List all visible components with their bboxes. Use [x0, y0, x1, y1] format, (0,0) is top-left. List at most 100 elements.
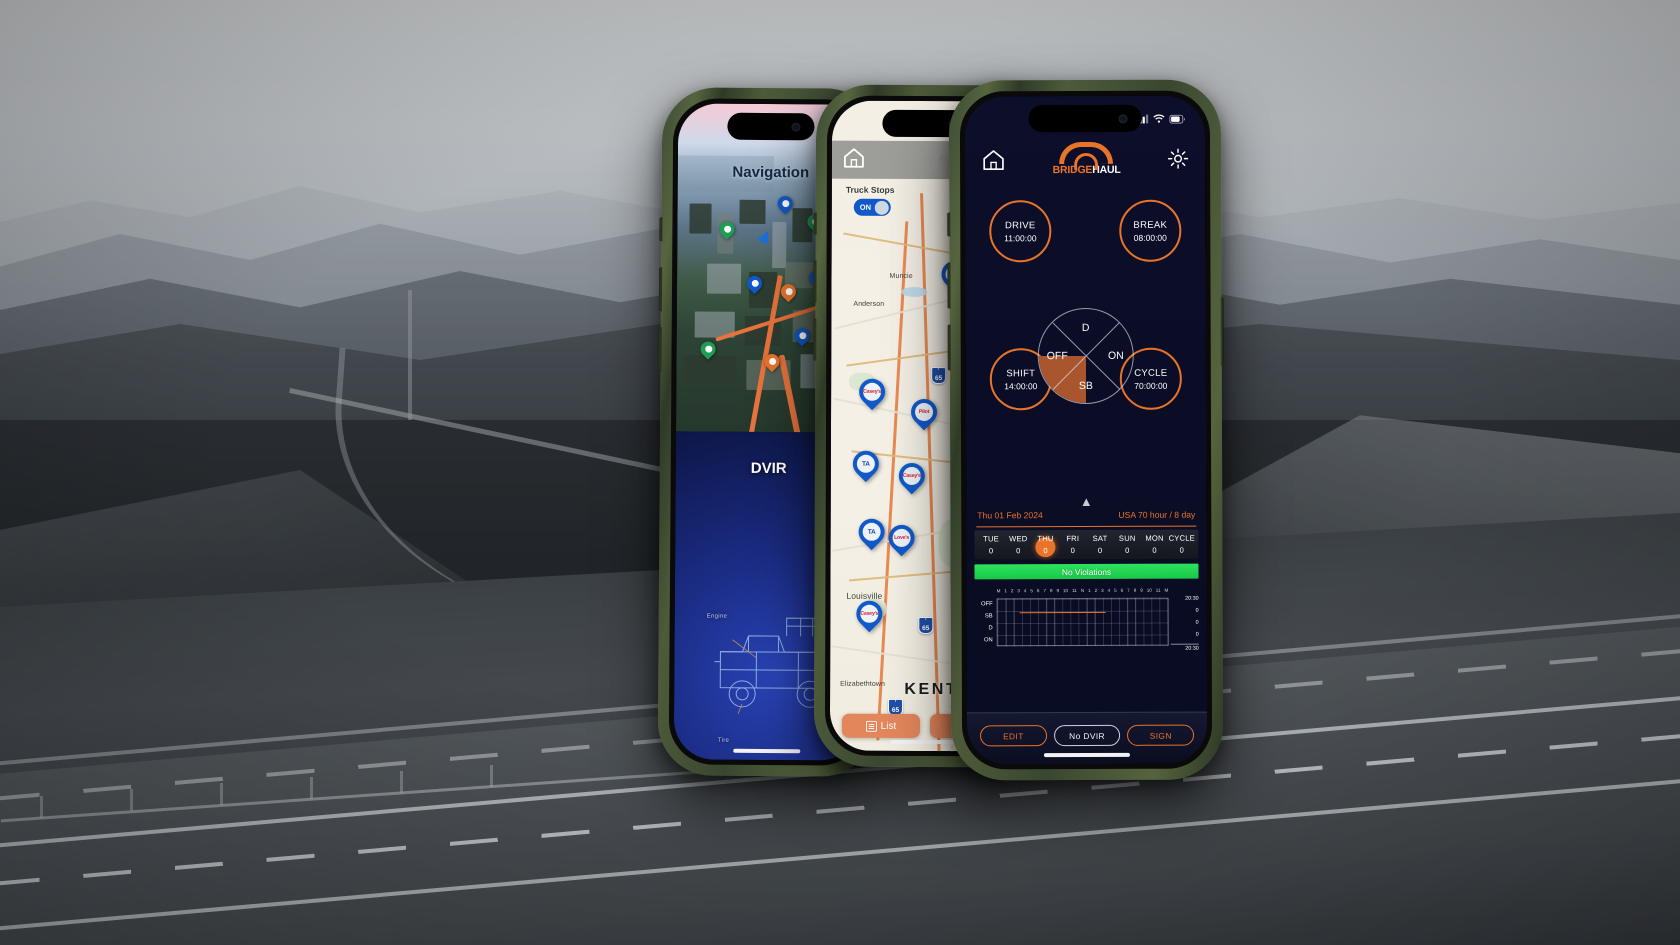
phone1-volume-up[interactable]: [658, 267, 663, 312]
bridgehaul-logo: BRIDGEHAUL: [1052, 142, 1121, 176]
truckstop-pin[interactable]: Casey's: [893, 457, 931, 495]
day-value: 0: [1097, 545, 1103, 555]
phone2-volume-up[interactable]: [813, 260, 817, 303]
phone1-mute-switch[interactable]: [659, 217, 663, 242]
hour-tick: 11: [1072, 588, 1077, 594]
duty-quadrant-off[interactable]: OFF: [1047, 350, 1068, 362]
duty-quadrant-sb[interactable]: SB: [1079, 380, 1093, 392]
hour-tick: 2: [1010, 588, 1014, 594]
total-on: 0: [1195, 631, 1199, 638]
day-label: MON: [1145, 533, 1164, 543]
hour-tick: 5: [1114, 587, 1117, 593]
hour-tick: N: [1080, 588, 1085, 594]
phone3-power-button[interactable]: [1220, 297, 1224, 366]
total-off: 20:30: [1185, 595, 1199, 602]
day-value: 0: [1016, 546, 1021, 556]
phone1-notch: [727, 112, 815, 141]
phone1-volume-down[interactable]: [658, 327, 662, 372]
duty-quadrant-d[interactable]: D: [1082, 322, 1090, 334]
break-clock[interactable]: BREAK 08:00:00: [1119, 199, 1182, 262]
hour-tick: 3: [1101, 587, 1104, 593]
hour-tick: 3: [1017, 588, 1020, 594]
day-label: THU: [1037, 534, 1054, 544]
hour-tick: M: [996, 588, 1001, 594]
duty-quadrant-on[interactable]: ON: [1108, 350, 1124, 362]
phone3-mute-switch[interactable]: [947, 212, 951, 237]
day-label: TUE: [983, 534, 999, 544]
sign-button[interactable]: SIGN: [1127, 724, 1195, 746]
phone3-volume-down[interactable]: [947, 324, 951, 371]
day-cell-thu[interactable]: THU 0: [1032, 534, 1059, 555]
shift-clock-label: SHIFT: [1006, 367, 1036, 379]
break-clock-value: 08:00:00: [1133, 232, 1167, 243]
hos-dashboard[interactable]: BRIDGEHAUL DRIVE 11:00:00 BREAK 08:00:00…: [964, 95, 1208, 765]
day-label: WED: [1009, 534, 1028, 544]
phone3-home-indicator[interactable]: [1043, 752, 1131, 758]
day-cell-sun[interactable]: SUN 0: [1114, 534, 1141, 555]
front-camera-icon: [791, 122, 801, 132]
break-clock-label: BREAK: [1133, 219, 1168, 231]
hour-tick: 4: [1023, 588, 1027, 594]
phone2-volume-down[interactable]: [813, 318, 817, 361]
hos-date-bar: Thu 01 Feb 2024 USA 70 hour / 8 day: [966, 510, 1206, 521]
cycle-clock-value: 70:00:00: [1134, 380, 1168, 391]
dvir-label-engine: Engine: [706, 613, 728, 620]
front-camera-icon: [1118, 113, 1128, 123]
day-value: 0: [1125, 545, 1130, 555]
hour-tick: 6: [1120, 587, 1124, 593]
hour-tick: 10: [1146, 587, 1152, 593]
day-cell-wed[interactable]: WED 0: [1005, 534, 1032, 555]
day-cell-cycle[interactable]: CYCLE 0: [1168, 534, 1195, 555]
hour-tick: 1: [1004, 588, 1007, 594]
home-icon[interactable]: [981, 148, 1006, 171]
hos-ruleset: USA 70 hour / 8 day: [1118, 509, 1196, 520]
row-label-on: ON: [984, 637, 993, 644]
day-cell-sat[interactable]: SAT 0: [1086, 534, 1113, 555]
log-grid-chart[interactable]: [996, 597, 1169, 647]
hour-tick: M: [1164, 587, 1169, 593]
phone3-volume-up[interactable]: [947, 262, 951, 309]
log-grid-hour-labels: M 1 2 3 4 5 6 7 8 9 10 11 N 1 2 3 4 5 6 …: [997, 588, 1169, 598]
day-cell-fri[interactable]: FRI 0: [1059, 534, 1086, 555]
home-icon[interactable]: [842, 147, 866, 169]
day-value: 0: [988, 546, 994, 556]
hour-tick: 5: [1030, 588, 1033, 594]
map-city-label: Louisville: [846, 590, 883, 601]
hour-tick: 8: [1049, 588, 1053, 594]
phone2-mute-switch[interactable]: [813, 212, 817, 235]
no-dvir-button[interactable]: No DVIR: [1053, 724, 1121, 747]
hour-tick: 9: [1056, 588, 1060, 594]
log-grid[interactable]: M 1 2 3 4 5 6 7 8 9 10 11 N 1 2 3 4 5 6 …: [975, 588, 1199, 659]
day-cell-mon[interactable]: MON 0: [1141, 534, 1168, 555]
status-badge: No Violations: [974, 563, 1199, 580]
edit-button[interactable]: EDIT: [980, 725, 1047, 747]
hour-tick: 2: [1094, 587, 1098, 593]
phone-hos-dashboard[interactable]: BRIDGEHAUL DRIVE 11:00:00 BREAK 08:00:00…: [947, 79, 1224, 781]
phone3-notch: [1028, 104, 1142, 133]
highway-shield-icon: I 65: [931, 367, 947, 385]
truck-stops-label: Truck Stops: [845, 184, 895, 195]
hour-tick: 6: [1036, 588, 1040, 594]
day-cell-tue[interactable]: TUE 0: [977, 534, 1004, 555]
phone1-home-indicator[interactable]: [733, 748, 801, 754]
day-label: FRI: [1066, 534, 1080, 544]
wifi-icon: [1153, 114, 1165, 123]
hour-tick: 11: [1155, 587, 1161, 593]
hour-tick: 7: [1127, 587, 1130, 593]
duty-status-dial[interactable]: D ON SB OFF: [1037, 307, 1134, 405]
day-value: 0: [1152, 545, 1157, 555]
toggle-knob: [874, 200, 889, 215]
gear-icon[interactable]: [1167, 148, 1189, 170]
toggle-state-label: ON: [859, 202, 872, 212]
date-separator: [976, 525, 1197, 528]
chevron-up-icon[interactable]: ▲: [1080, 494, 1093, 509]
total-sb: 0: [1195, 607, 1199, 614]
phone2-home-indicator[interactable]: [890, 739, 960, 745]
bridge-arc-icon: [1059, 142, 1114, 165]
drive-clock[interactable]: DRIVE 11:00:00: [989, 200, 1052, 263]
total-d: 0: [1195, 619, 1199, 626]
truck-stops-toggle[interactable]: ON: [853, 198, 891, 216]
list-button[interactable]: List: [841, 713, 920, 738]
hour-tick: 10: [1062, 588, 1069, 594]
truckstop-pin[interactable]: Pilot: [905, 393, 943, 431]
